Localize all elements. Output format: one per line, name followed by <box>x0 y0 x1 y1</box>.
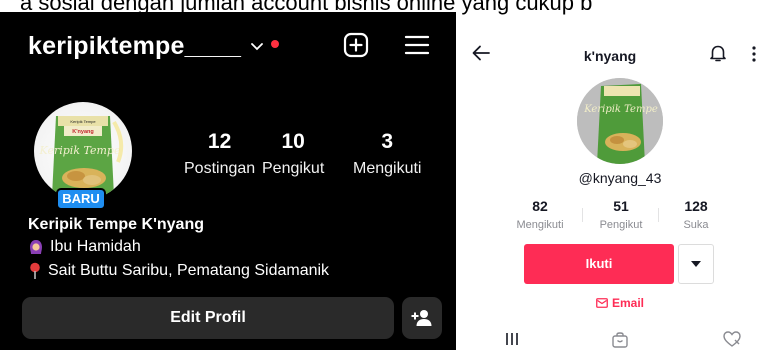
package-name-text: K'nyang <box>72 129 93 135</box>
profile-username[interactable]: keripiktempe____ <box>28 32 241 61</box>
new-badge: BARU <box>56 188 106 210</box>
edit-profile-button[interactable]: Edit Profil <box>22 297 394 339</box>
tiktok-profile-panel: k'nyang Keripik Tempe @knyang_43 82 Meng… <box>460 30 760 350</box>
bio-name: Keripik Tempe K'nyang <box>28 216 204 233</box>
package-brand-text: Keripik Tempe <box>70 119 96 124</box>
posts-count: 12 <box>207 130 232 153</box>
package-script-text: Keripik Tempe <box>583 104 658 115</box>
bio-person-text: Ibu Hamidah <box>50 238 141 255</box>
shop-bag-icon[interactable] <box>610 330 630 348</box>
avatar[interactable]: K'nyang Keripik Tempe Keripik Tempe <box>34 102 132 200</box>
avatar[interactable]: Keripik Tempe <box>577 78 663 164</box>
new-post-icon[interactable] <box>343 32 369 58</box>
follow-button[interactable]: Ikuti <box>524 244 674 284</box>
followers-count: 51 <box>613 198 629 214</box>
discover-people-button[interactable] <box>402 297 442 339</box>
liked-videos-icon[interactable] <box>722 330 742 348</box>
followers-stat[interactable]: 10 Pengikut <box>262 130 324 178</box>
product-package-image: K'nyang Keripik Tempe Keripik Tempe <box>39 116 124 196</box>
followers-label: Pengikut <box>599 219 643 231</box>
followers-stat[interactable]: 51 Pengikut <box>586 198 656 231</box>
following-label: Mengikuti <box>353 160 422 177</box>
suggested-accounts-dropdown[interactable] <box>678 244 714 284</box>
stat-divider <box>658 208 659 222</box>
add-person-icon <box>411 310 432 326</box>
posts-stat[interactable]: 12 Postingan <box>184 130 255 178</box>
notification-dot <box>271 40 279 48</box>
followers-count: 10 <box>281 130 305 153</box>
pin-icon <box>30 262 40 279</box>
bell-icon[interactable] <box>708 43 728 63</box>
bio-person-line: Ibu Hamidah <box>28 238 141 256</box>
following-stat[interactable]: 3 Mengikuti <box>353 130 421 178</box>
email-link[interactable]: Email <box>460 296 760 310</box>
envelope-icon <box>596 298 608 308</box>
following-count: 82 <box>532 198 548 214</box>
caret-down-icon <box>691 261 701 267</box>
bio-location-text: Sait Buttu Saribu, Pematang Sidamanik <box>48 262 330 279</box>
stat-divider <box>582 208 583 222</box>
instagram-profile-panel: keripiktempe____ K'nyang Keripik Tempe K… <box>0 12 456 350</box>
chevron-down-icon[interactable] <box>250 39 264 53</box>
woman-hijab-icon <box>30 240 42 254</box>
grid-videos-icon[interactable] <box>502 330 522 348</box>
product-package-image: Keripik Tempe <box>577 78 663 164</box>
package-script-text: Keripik Tempe <box>39 144 121 157</box>
likes-count: 128 <box>684 198 708 214</box>
more-options-icon[interactable] <box>749 44 759 64</box>
profile-handle: @knyang_43 <box>578 170 662 186</box>
hamburger-menu-icon[interactable] <box>404 32 430 58</box>
followers-label: Pengikut <box>262 160 325 177</box>
email-label: Email <box>611 296 644 310</box>
likes-label: Suka <box>683 219 709 231</box>
following-count: 3 <box>381 130 394 153</box>
bio-location-line: Sait Buttu Saribu, Pematang Sidamanik <box>28 262 329 280</box>
following-stat[interactable]: 82 Mengikuti <box>505 198 575 231</box>
following-label: Mengikuti <box>516 219 564 231</box>
likes-stat[interactable]: 128 Suka <box>661 198 731 231</box>
posts-label: Postingan <box>184 160 256 177</box>
